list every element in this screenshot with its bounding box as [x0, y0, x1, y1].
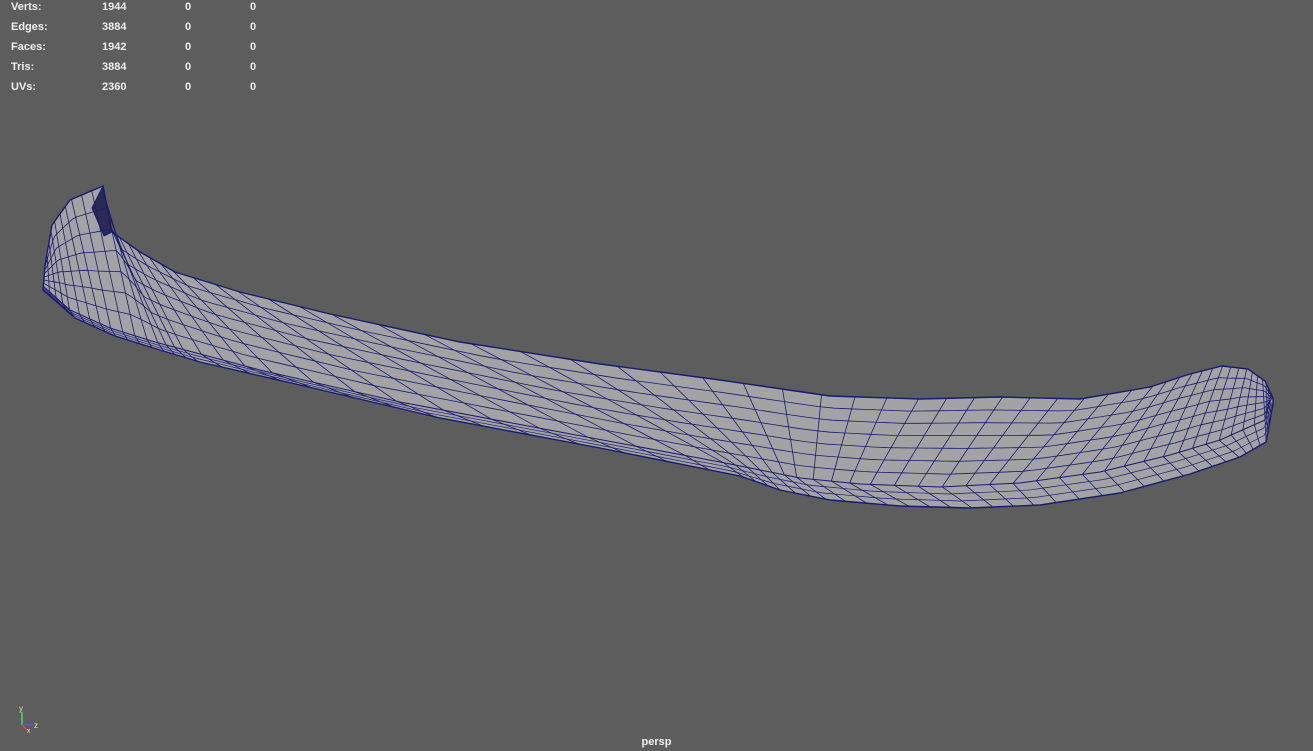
mesh-object[interactable]	[0, 0, 1313, 751]
axis-gizmo: y z x	[19, 704, 38, 733]
3d-viewport[interactable]: Verts: 1944 0 0 Edges: 3884 0 0 Faces: 1…	[0, 0, 1313, 751]
mesh-silhouette[interactable]	[42, 185, 1274, 509]
mesh-wireframe[interactable]	[42, 184, 1274, 509]
camera-name-label: persp	[641, 736, 672, 748]
y-axis-label: y	[19, 704, 23, 713]
x-axis-label: x	[27, 728, 31, 733]
z-axis-label: z	[34, 721, 38, 730]
